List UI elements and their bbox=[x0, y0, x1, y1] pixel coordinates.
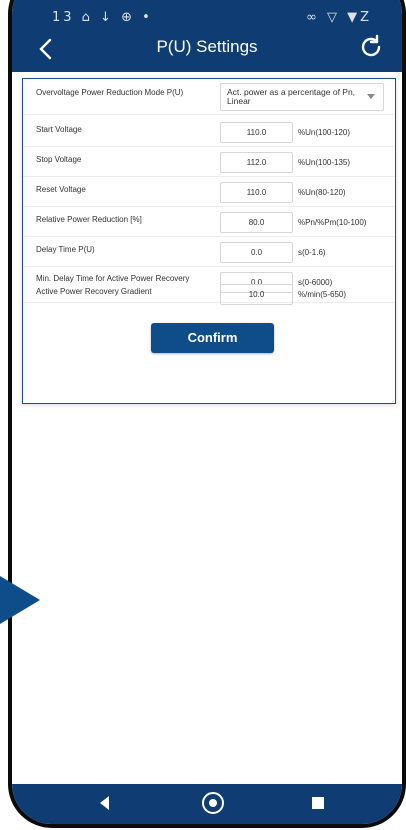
setting-label: Stop Voltage bbox=[36, 155, 82, 164]
nav-home-icon[interactable] bbox=[202, 792, 224, 814]
settings-card: Overvoltage Power Reduction Mode P(U) Ac… bbox=[22, 78, 396, 404]
status-left-icons: 13 ⌂ ↓ ⊕ • bbox=[52, 10, 153, 25]
setting-row-stop-voltage: Stop Voltage 112.0 %Un(100-135) bbox=[23, 147, 395, 177]
page-title: P(U) Settings bbox=[156, 37, 258, 56]
setting-label: Reset Voltage bbox=[36, 185, 86, 194]
start-voltage-input[interactable]: 110.0 bbox=[220, 122, 293, 143]
setting-unit: %Un(80-120) bbox=[298, 188, 346, 197]
setting-row-start-voltage: Start Voltage 110.0 %Un(100-120) bbox=[23, 117, 395, 147]
setting-label: Active Power Recovery Gradient bbox=[36, 287, 152, 296]
setting-row-delay-time: Delay Time P(U) 0.0 s(0-1.6) bbox=[23, 237, 395, 267]
setting-row-relative-power: Relative Power Reduction [%] 80.0 %Pn/%P… bbox=[23, 207, 395, 237]
setting-label: Start Voltage bbox=[36, 125, 82, 134]
app-header: P(U) Settings bbox=[12, 24, 402, 72]
confirm-button[interactable]: Confirm bbox=[151, 323, 274, 353]
nav-recent-icon[interactable] bbox=[312, 797, 324, 809]
stop-voltage-input[interactable]: 112.0 bbox=[220, 152, 293, 173]
setting-unit: %Pn/%Pm(10-100) bbox=[298, 218, 367, 227]
setting-unit: %Un(100-135) bbox=[298, 158, 351, 167]
setting-row-reset-voltage: Reset Voltage 110.0 %Un(80-120) bbox=[23, 177, 395, 207]
relative-power-input[interactable]: 80.0 bbox=[220, 212, 293, 233]
setting-unit: %Un(100-120) bbox=[298, 128, 351, 137]
phone-frame: 13 ⌂ ↓ ⊕ • ∞ ▽ ▼Z P(U) Settings Overvolt… bbox=[8, 0, 406, 828]
setting-row-mode: Overvoltage Power Reduction Mode P(U) Ac… bbox=[23, 79, 395, 115]
delay-time-input[interactable]: 0.0 bbox=[220, 242, 293, 263]
recovery-gradient-input[interactable]: 10.0 bbox=[220, 284, 293, 305]
pointer-arrow-icon bbox=[0, 576, 40, 624]
nav-back-icon[interactable] bbox=[100, 796, 109, 810]
setting-label: Delay Time P(U) bbox=[36, 245, 95, 254]
status-right-icons: ∞ ▽ ▼Z bbox=[306, 10, 372, 25]
mode-select[interactable]: Act. power as a percentage of Pn, Linear bbox=[220, 83, 384, 111]
setting-row-recovery-gradient: Active Power Recovery Gradient 10.0 %/mi… bbox=[23, 279, 395, 309]
dropdown-arrow-icon bbox=[367, 94, 375, 99]
setting-unit: %/min(5-650) bbox=[298, 290, 347, 299]
status-bar: 13 ⌂ ↓ ⊕ • ∞ ▽ ▼Z bbox=[12, 0, 402, 25]
setting-unit: s(0-1.6) bbox=[298, 248, 326, 257]
refresh-icon[interactable] bbox=[356, 32, 386, 62]
android-nav-bar bbox=[12, 784, 402, 824]
setting-label: Overvoltage Power Reduction Mode P(U) bbox=[36, 88, 184, 97]
reset-voltage-input[interactable]: 110.0 bbox=[220, 182, 293, 203]
select-value: Act. power as a percentage of Pn, Linear bbox=[227, 87, 356, 106]
setting-label: Relative Power Reduction [%] bbox=[36, 215, 142, 224]
